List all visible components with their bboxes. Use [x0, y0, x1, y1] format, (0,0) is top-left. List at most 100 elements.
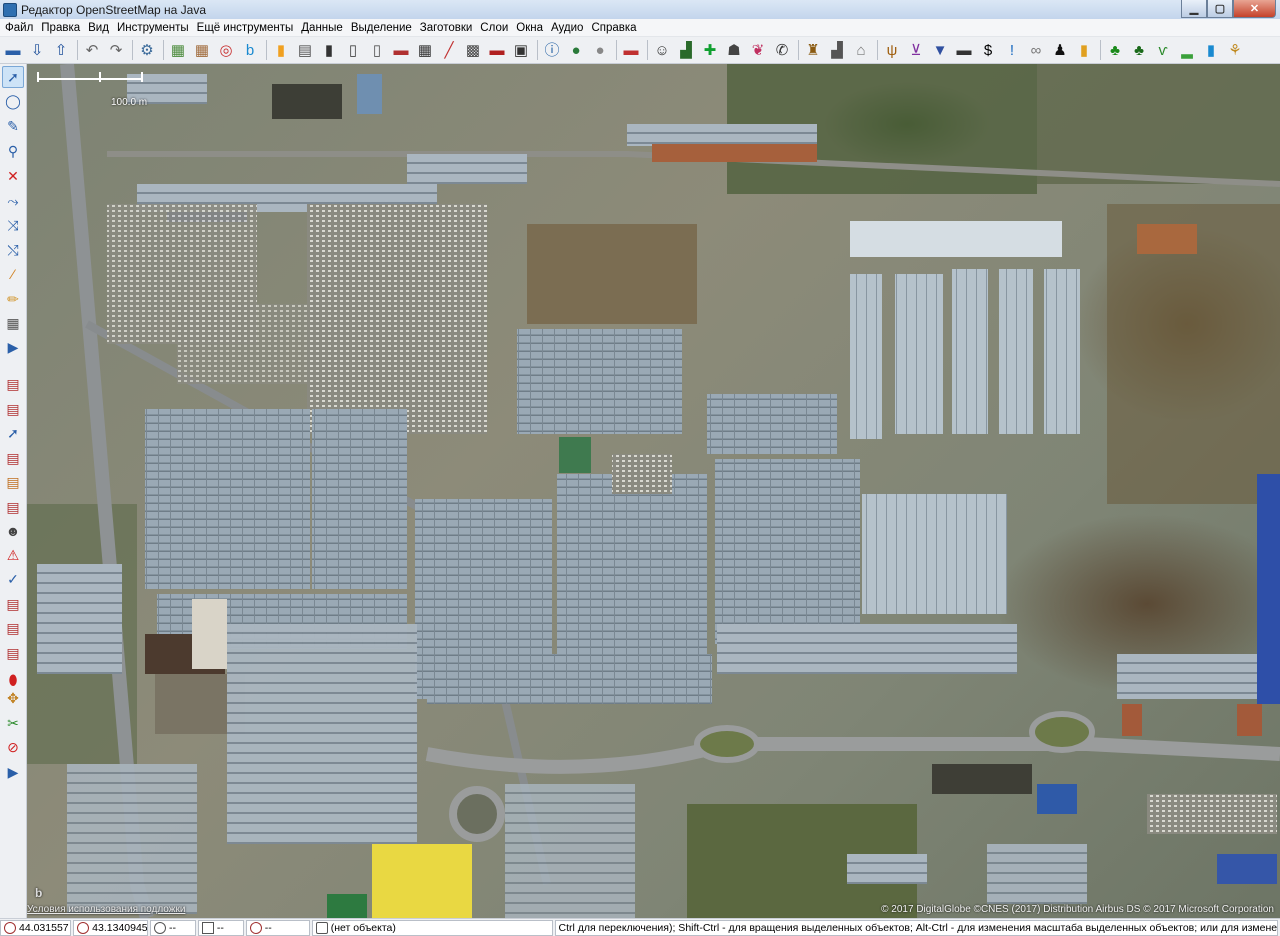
ruler-button[interactable]: ⁄	[2, 263, 24, 285]
line-button[interactable]: ╱	[438, 39, 460, 61]
redo-button[interactable]: ↷	[105, 39, 127, 61]
menu-item-6[interactable]: Выделение	[348, 19, 417, 37]
layers-panel-icon: ▤	[6, 375, 20, 392]
flag-button[interactable]: ▬	[620, 39, 642, 61]
wheat-button[interactable]: ⚘	[1224, 39, 1246, 61]
person-button[interactable]: ♟	[1049, 39, 1071, 61]
lasso-tool-icon: ◯	[5, 92, 21, 109]
grass-button[interactable]: ⱱ	[1152, 39, 1174, 61]
menu-item-7[interactable]: Заготовки	[417, 19, 478, 37]
door-button[interactable]: ▯	[342, 39, 364, 61]
car-button[interactable]: ▣	[510, 39, 532, 61]
pencil-button[interactable]: ✏	[2, 288, 24, 310]
layers-panel-button[interactable]: ▤	[2, 373, 24, 395]
menu-item-0[interactable]: Файл	[2, 19, 38, 37]
selection-panel-button[interactable]: ➚	[2, 422, 24, 444]
menu-item-8[interactable]: Слои	[477, 19, 513, 37]
parallel-way-button[interactable]: ⤭	[2, 239, 24, 261]
building-button[interactable]: ▬	[486, 39, 508, 61]
tree-button[interactable]: ♣	[1104, 39, 1126, 61]
door-icon: ▯	[348, 41, 358, 59]
health-button[interactable]: ✚	[699, 39, 721, 61]
validation-panel-button[interactable]: ⚠	[2, 544, 24, 566]
speed-button[interactable]: ⊘	[2, 736, 24, 758]
factory-button[interactable]: ▟	[826, 39, 848, 61]
crossing-button[interactable]: ▯	[366, 39, 388, 61]
imagery-button-3[interactable]: ◎	[215, 39, 237, 61]
menu-item-4[interactable]: Ещё инструменты	[194, 19, 299, 37]
water-button[interactable]: ▮	[1200, 39, 1222, 61]
info-button[interactable]: ⓘ	[541, 39, 563, 61]
author-panel-button[interactable]: ☻	[2, 520, 24, 542]
imagery-offset-icon: ✥	[7, 689, 19, 706]
meadow-button[interactable]: ▂	[1176, 39, 1198, 61]
menu-item-10[interactable]: Аудио	[548, 19, 588, 37]
more-tools-button[interactable]: ▶	[2, 336, 24, 358]
link-button[interactable]: ∞	[1025, 39, 1047, 61]
open-button[interactable]: ▬	[2, 39, 24, 61]
menu-item-2[interactable]: Вид	[85, 19, 114, 37]
traffic-light-button[interactable]: ▮	[270, 39, 292, 61]
imagery-offset-button[interactable]: ✥	[2, 687, 24, 709]
download-button[interactable]: ⇩	[26, 39, 48, 61]
castle-button[interactable]: ♜	[802, 39, 824, 61]
vehicle-button[interactable]: ☗	[723, 39, 745, 61]
picnic-button[interactable]: ▟	[675, 39, 697, 61]
grid-button[interactable]: ▩	[462, 39, 484, 61]
house-button[interactable]: ▬	[390, 39, 412, 61]
relations-panel-button[interactable]: ▤	[2, 447, 24, 469]
forest-button[interactable]: ♣	[1128, 39, 1150, 61]
delete-tool-button[interactable]: ✕	[2, 165, 24, 187]
close-button[interactable]: ✕	[1233, 0, 1276, 18]
undo-button[interactable]: ↶	[81, 39, 103, 61]
money-button[interactable]: $	[977, 39, 999, 61]
menu-item-9[interactable]: Окна	[513, 19, 548, 37]
select-tool-button[interactable]: ➚	[2, 66, 24, 88]
menu-item-5[interactable]: Данные	[298, 19, 348, 37]
history-panel-button[interactable]: ▤	[2, 642, 24, 664]
map-view[interactable]: 100.0 m b Условия использования подложки…	[27, 64, 1280, 918]
changeset-panel-button[interactable]: ▤	[2, 496, 24, 518]
combine-way-button[interactable]: ⤨	[2, 214, 24, 236]
theatre-button[interactable]: ☺	[651, 39, 673, 61]
railway-button[interactable]: ▦	[414, 39, 436, 61]
shop-cart-button[interactable]: ⊻	[905, 39, 927, 61]
imagery-button-2[interactable]: ▦	[191, 39, 213, 61]
selection-icon	[315, 921, 328, 934]
menu-item-11[interactable]: Справка	[588, 19, 641, 37]
mapillary-button[interactable]: ✂	[2, 712, 24, 734]
imagery-button-1[interactable]: ▦	[167, 39, 189, 61]
upload-button[interactable]: ⇧	[50, 39, 72, 61]
lasso-tool-button[interactable]: ◯	[2, 90, 24, 112]
menu-item-1[interactable]: Правка	[38, 19, 85, 37]
search-button[interactable]: ●	[589, 39, 611, 61]
menu-item-3[interactable]: Инструменты	[114, 19, 194, 37]
phone-button[interactable]: ✆	[771, 39, 793, 61]
conflict-panel-button[interactable]: ▤	[2, 617, 24, 639]
building-tool-button[interactable]: ▦	[2, 312, 24, 334]
draw-tool-button[interactable]: ✎	[2, 115, 24, 137]
clothes-button[interactable]: ▼	[929, 39, 951, 61]
info-point-button[interactable]: !	[1001, 39, 1023, 61]
maximize-button[interactable]: ▢	[1207, 0, 1233, 18]
electronics-button[interactable]: ▬	[953, 39, 975, 61]
restaurant-button[interactable]: ψ	[881, 39, 903, 61]
expand-panel-button[interactable]: ▶	[2, 761, 24, 783]
filters-panel-button[interactable]: ▤	[2, 471, 24, 493]
bag-button[interactable]: ▮	[1073, 39, 1095, 61]
parking-button[interactable]: ▮	[318, 39, 340, 61]
split-way-button[interactable]: ⤳	[2, 190, 24, 212]
notes-panel-button[interactable]: ▤	[2, 593, 24, 615]
properties-panel-button[interactable]: ▤	[2, 398, 24, 420]
globe-button[interactable]: ●	[565, 39, 587, 61]
forest-icon: ♣	[1134, 41, 1144, 59]
bing-button[interactable]: b	[239, 39, 261, 61]
commands-panel-button[interactable]: ✓	[2, 568, 24, 590]
imagery-terms-link[interactable]: Условия использования подложки	[27, 904, 185, 915]
zoom-tool-button[interactable]: ⚲	[2, 140, 24, 162]
barrier-button[interactable]: ▤	[294, 39, 316, 61]
home-button[interactable]: ⌂	[850, 39, 872, 61]
preferences-button[interactable]: ⚙	[136, 39, 158, 61]
balloons-button[interactable]: ❦	[747, 39, 769, 61]
minimize-button[interactable]: ▁	[1181, 0, 1207, 18]
